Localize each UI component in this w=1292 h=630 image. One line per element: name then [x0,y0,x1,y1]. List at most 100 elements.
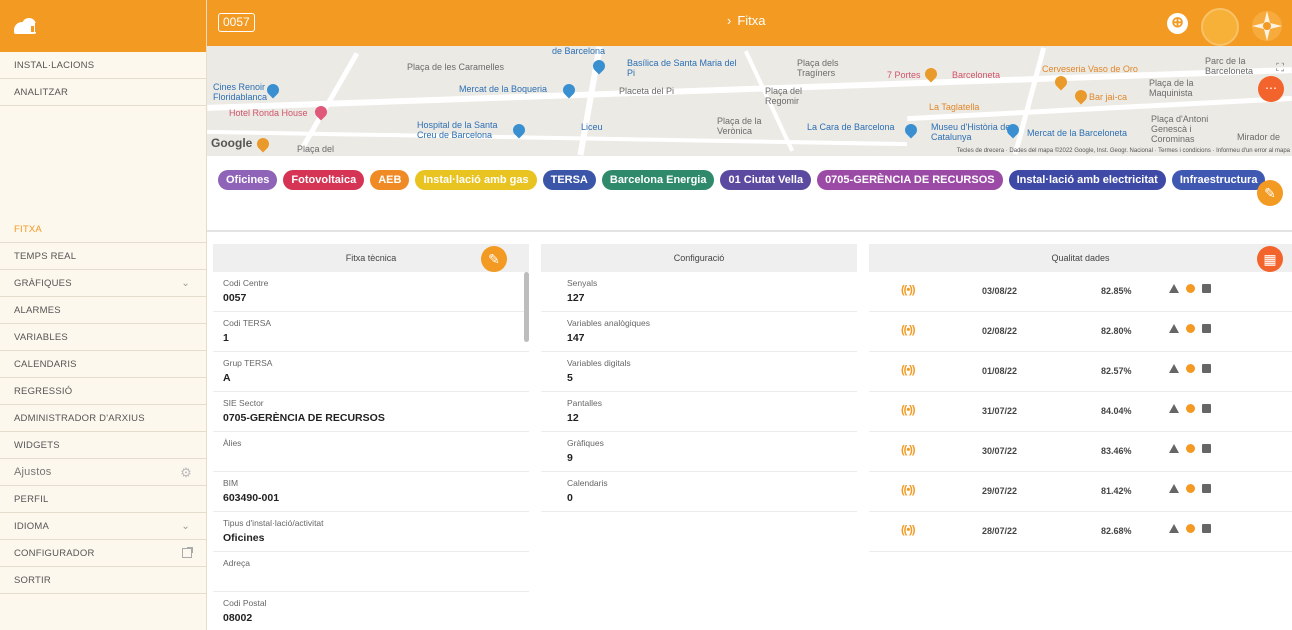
field-label: Codi Centre [223,278,269,288]
tag-chip[interactable]: Fotovoltaica [283,170,365,190]
sidebar-item[interactable]: IDIOMA ⌄ [0,513,206,540]
edit-tags-button[interactable]: ✎ [1257,180,1283,206]
quality-row[interactable]: ((•)) 02/08/22 82.80% [869,312,1292,352]
logo-bar [0,0,206,52]
quality-row[interactable]: ((•)) 03/08/22 82.85% [869,272,1292,312]
warning-icon[interactable] [1169,284,1179,293]
quality-row[interactable]: ((•)) 01/08/22 82.57% [869,352,1292,392]
sidebar-item-label: ADMINISTRADOR D'ARXIUS [14,413,145,424]
map-label: Mercat de la Barceloneta [1027,128,1128,138]
sidebar-item[interactable]: REGRESSIÓ [0,378,206,405]
status-dot-icon[interactable] [1186,444,1195,453]
stop-icon[interactable] [1202,404,1211,413]
map-pin-icon[interactable] [254,135,272,153]
status-dot-icon[interactable] [1186,484,1195,493]
signal-icon: ((•)) [901,324,915,336]
tag-chip[interactable]: TERSA [542,170,596,190]
warning-icon[interactable] [1169,364,1179,373]
edit-sheet-button[interactable]: ✎ [481,246,507,272]
map-label: La Cara de Barcelona [807,122,895,132]
calendar-icon[interactable]: ▦ [1257,246,1283,272]
warning-icon[interactable] [1169,404,1179,413]
sidebar-item[interactable]: SORTIR [0,567,206,594]
quality-date: 03/08/22 [982,286,1018,296]
sidebar-item-label: IDIOMA [14,521,49,532]
stop-icon[interactable] [1202,524,1211,533]
warning-icon[interactable] [1169,524,1179,533]
stop-icon[interactable] [1202,484,1211,493]
stop-icon[interactable] [1202,324,1211,333]
location-map[interactable]: Plaça de les Caramelles Basílica de Sant… [207,46,1292,156]
sidebar-item[interactable]: INSTAL·LACIONS [0,52,206,79]
sidebar-item[interactable]: CONFIGURADOR [0,540,206,567]
sidebar-item[interactable]: CALENDARIS [0,351,206,378]
quality-row[interactable]: ((•)) 30/07/22 83.46% [869,432,1292,472]
map-label: Museu d'Història de Catalunya [931,122,1011,142]
tag-chip[interactable]: Barcelona Energia [601,170,715,190]
user-avatar[interactable] [1201,8,1239,46]
panel-title: Qualitat dades [1051,253,1110,263]
tag-chip[interactable]: 01 Ciutat Vella [720,170,812,190]
stop-icon[interactable] [1202,364,1211,373]
scrollbar[interactable] [524,272,529,342]
signal-icon: ((•)) [901,524,915,536]
map-pin-icon[interactable] [902,121,920,139]
quality-percent: 82.80% [1101,326,1132,336]
sidebar-item[interactable]: PERFIL [0,486,206,513]
warning-icon[interactable] [1169,484,1179,493]
map-label: Parc de la Barceloneta [1205,56,1254,76]
compass-icon[interactable] [1249,8,1285,44]
installation-code[interactable]: 0057 [218,13,255,32]
sidebar-item[interactable]: VARIABLES [0,324,206,351]
fullscreen-icon[interactable]: ⛶ [1276,62,1284,75]
quality-percent: 82.85% [1101,286,1132,296]
field-label: Codi Postal [223,598,267,608]
map-attribution[interactable]: Tecles de drecera · Dades del mapa ©2022… [957,148,1290,154]
map-label: Plaça de la Maquinista [1149,78,1194,98]
gear-icon: ⚙ [180,465,192,480]
sidebar-item[interactable]: WIDGETS [0,432,206,459]
signal-icon: ((•)) [901,404,915,416]
map-label: Cines Renoir Floridablanca [213,82,268,102]
tag-chip[interactable]: Infraestructura [1171,170,1266,190]
quality-date: 29/07/22 [982,486,1018,496]
status-dot-icon[interactable] [1186,404,1195,413]
add-icon[interactable]: ⊕ [1167,13,1188,34]
sidebar-item[interactable]: FITXA [0,216,206,243]
sidebar-item[interactable]: ADMINISTRADOR D'ARXIUS [0,405,206,432]
stop-icon[interactable] [1202,284,1211,293]
map-pin-icon[interactable] [1072,87,1090,105]
sidebar-item[interactable]: GRÀFIQUES ⌄ [0,270,206,297]
tag-chip[interactable]: AEB [370,170,410,190]
sidebar-item[interactable]: TEMPS REAL [0,243,206,270]
sidebar-item[interactable]: ALARMES [0,297,206,324]
sidebar-item-label: VARIABLES [14,332,68,343]
cloud-logo-icon[interactable] [14,16,42,36]
quality-row[interactable]: ((•)) 28/07/22 82.68% [869,512,1292,552]
status-dot-icon[interactable] [1186,524,1195,533]
status-dot-icon[interactable] [1186,284,1195,293]
warning-icon[interactable] [1169,444,1179,453]
more-options-icon[interactable]: ⋯ [1258,76,1284,102]
field-value: 127 [567,292,585,304]
chevron-down-icon: ⌄ [181,521,190,532]
sidebar-item[interactable]: ANALITZAR [0,79,206,106]
stop-icon[interactable] [1202,444,1211,453]
tag-chip[interactable]: Oficines [218,170,278,190]
panel-title: Fitxa tècnica [345,253,397,263]
tag-chip[interactable]: 0705-GERÈNCIA DE RECURSOS [817,170,1003,190]
warning-icon[interactable] [1169,324,1179,333]
field-value: 9 [567,452,573,464]
map-label: de Barcelona [552,46,606,56]
quality-row[interactable]: ((•)) 31/07/22 84.04% [869,392,1292,432]
tag-chip[interactable]: Instal·lació amb gas [415,170,537,190]
status-dot-icon[interactable] [1186,324,1195,333]
google-logo: Google [211,136,253,150]
status-dot-icon[interactable] [1186,364,1195,373]
map-label: Mirador de [1237,132,1281,142]
field-value: Oficines [223,532,265,544]
tag-chip[interactable]: Instal·lació amb electricitat [1008,170,1166,190]
map-label: La Taglatella [929,102,980,112]
quality-row[interactable]: ((•)) 29/07/22 81.42% [869,472,1292,512]
sidebar-item[interactable]: Ajustos ⚙ [0,459,206,486]
